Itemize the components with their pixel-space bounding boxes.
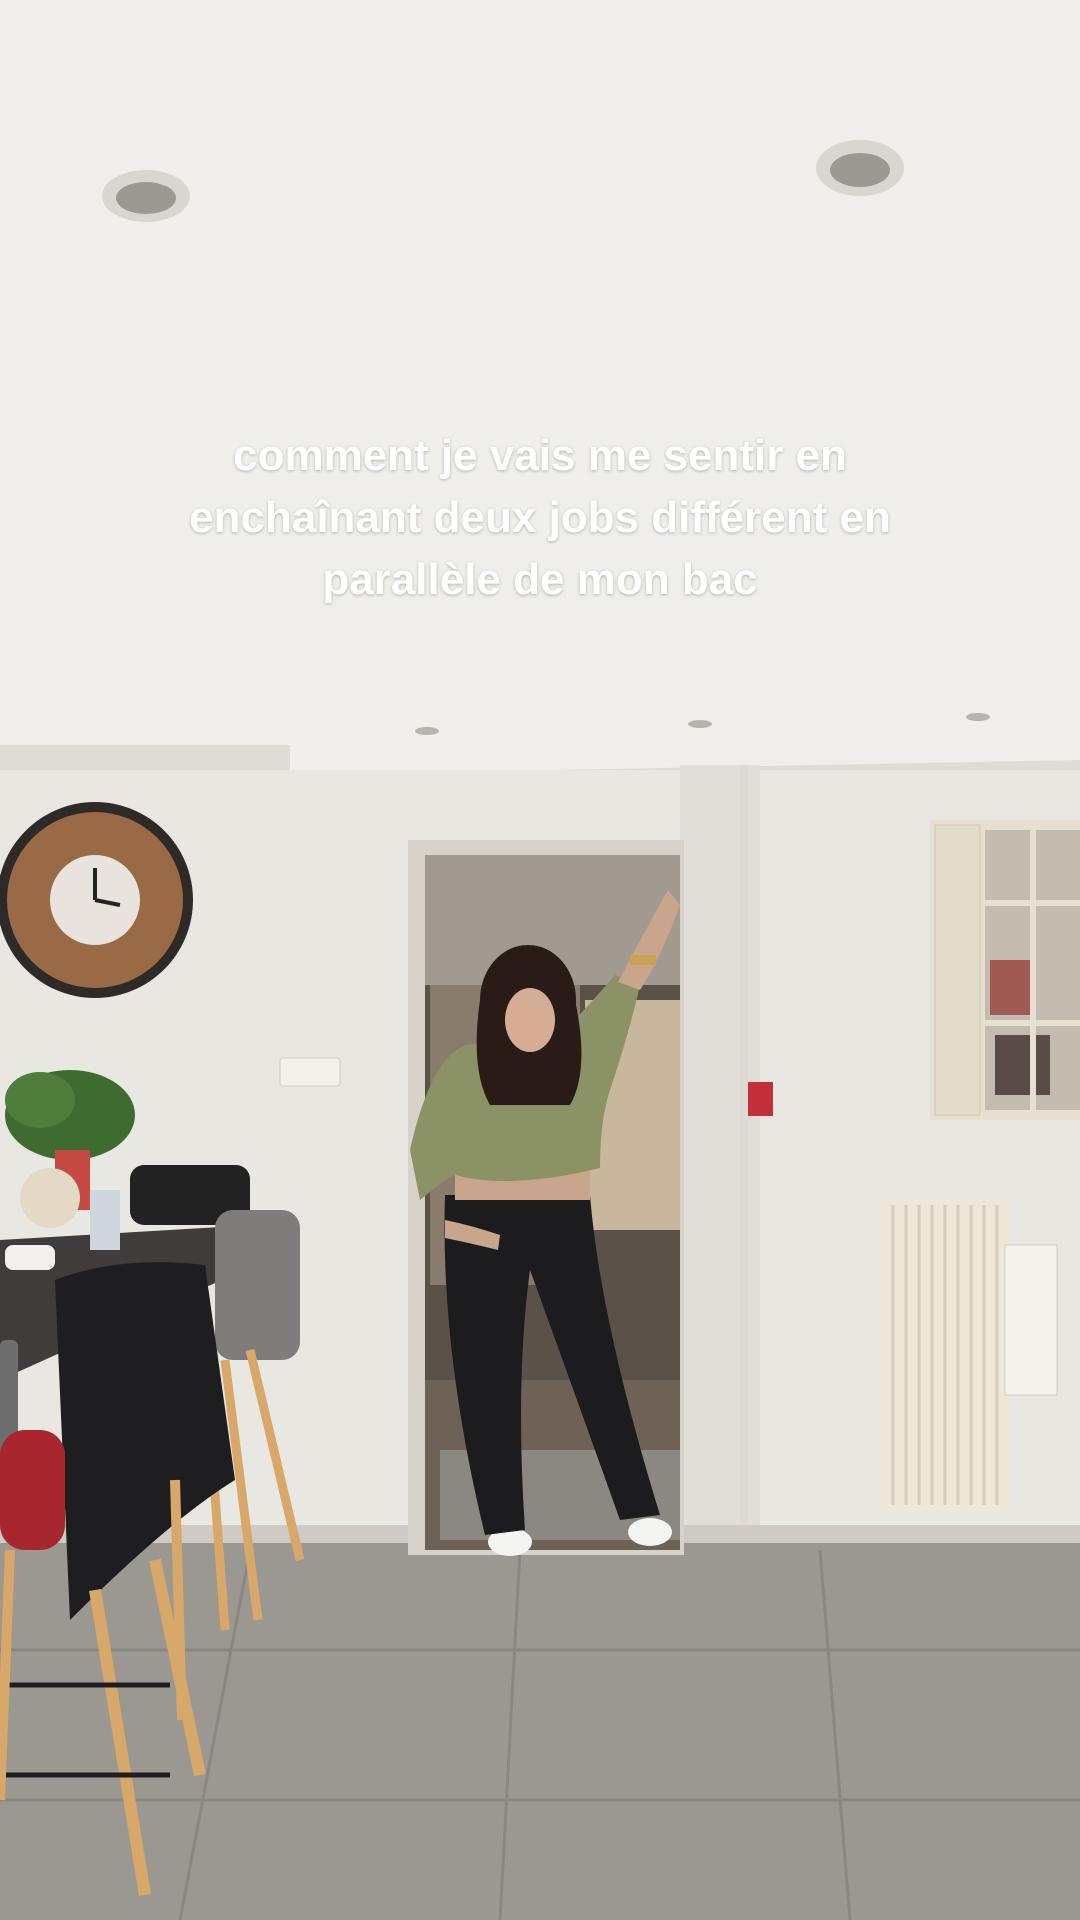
bracelet: [630, 955, 656, 965]
face: [505, 988, 555, 1052]
room-scene: [0, 0, 1080, 1920]
ceiling-spotlight-right: [816, 140, 904, 196]
video-caption: comment je vais me sentir en enchaînant …: [189, 431, 891, 604]
shutter-mirror: [930, 820, 1080, 1120]
ceiling: [0, 0, 1080, 770]
light-switch: [279, 1057, 341, 1087]
video-frame: comment je vais me sentir en enchaînant …: [0, 0, 1080, 1920]
wall-pipe: [740, 765, 748, 1525]
wall-clock: [0, 802, 193, 998]
ceiling-spotlight-left: [102, 170, 190, 222]
